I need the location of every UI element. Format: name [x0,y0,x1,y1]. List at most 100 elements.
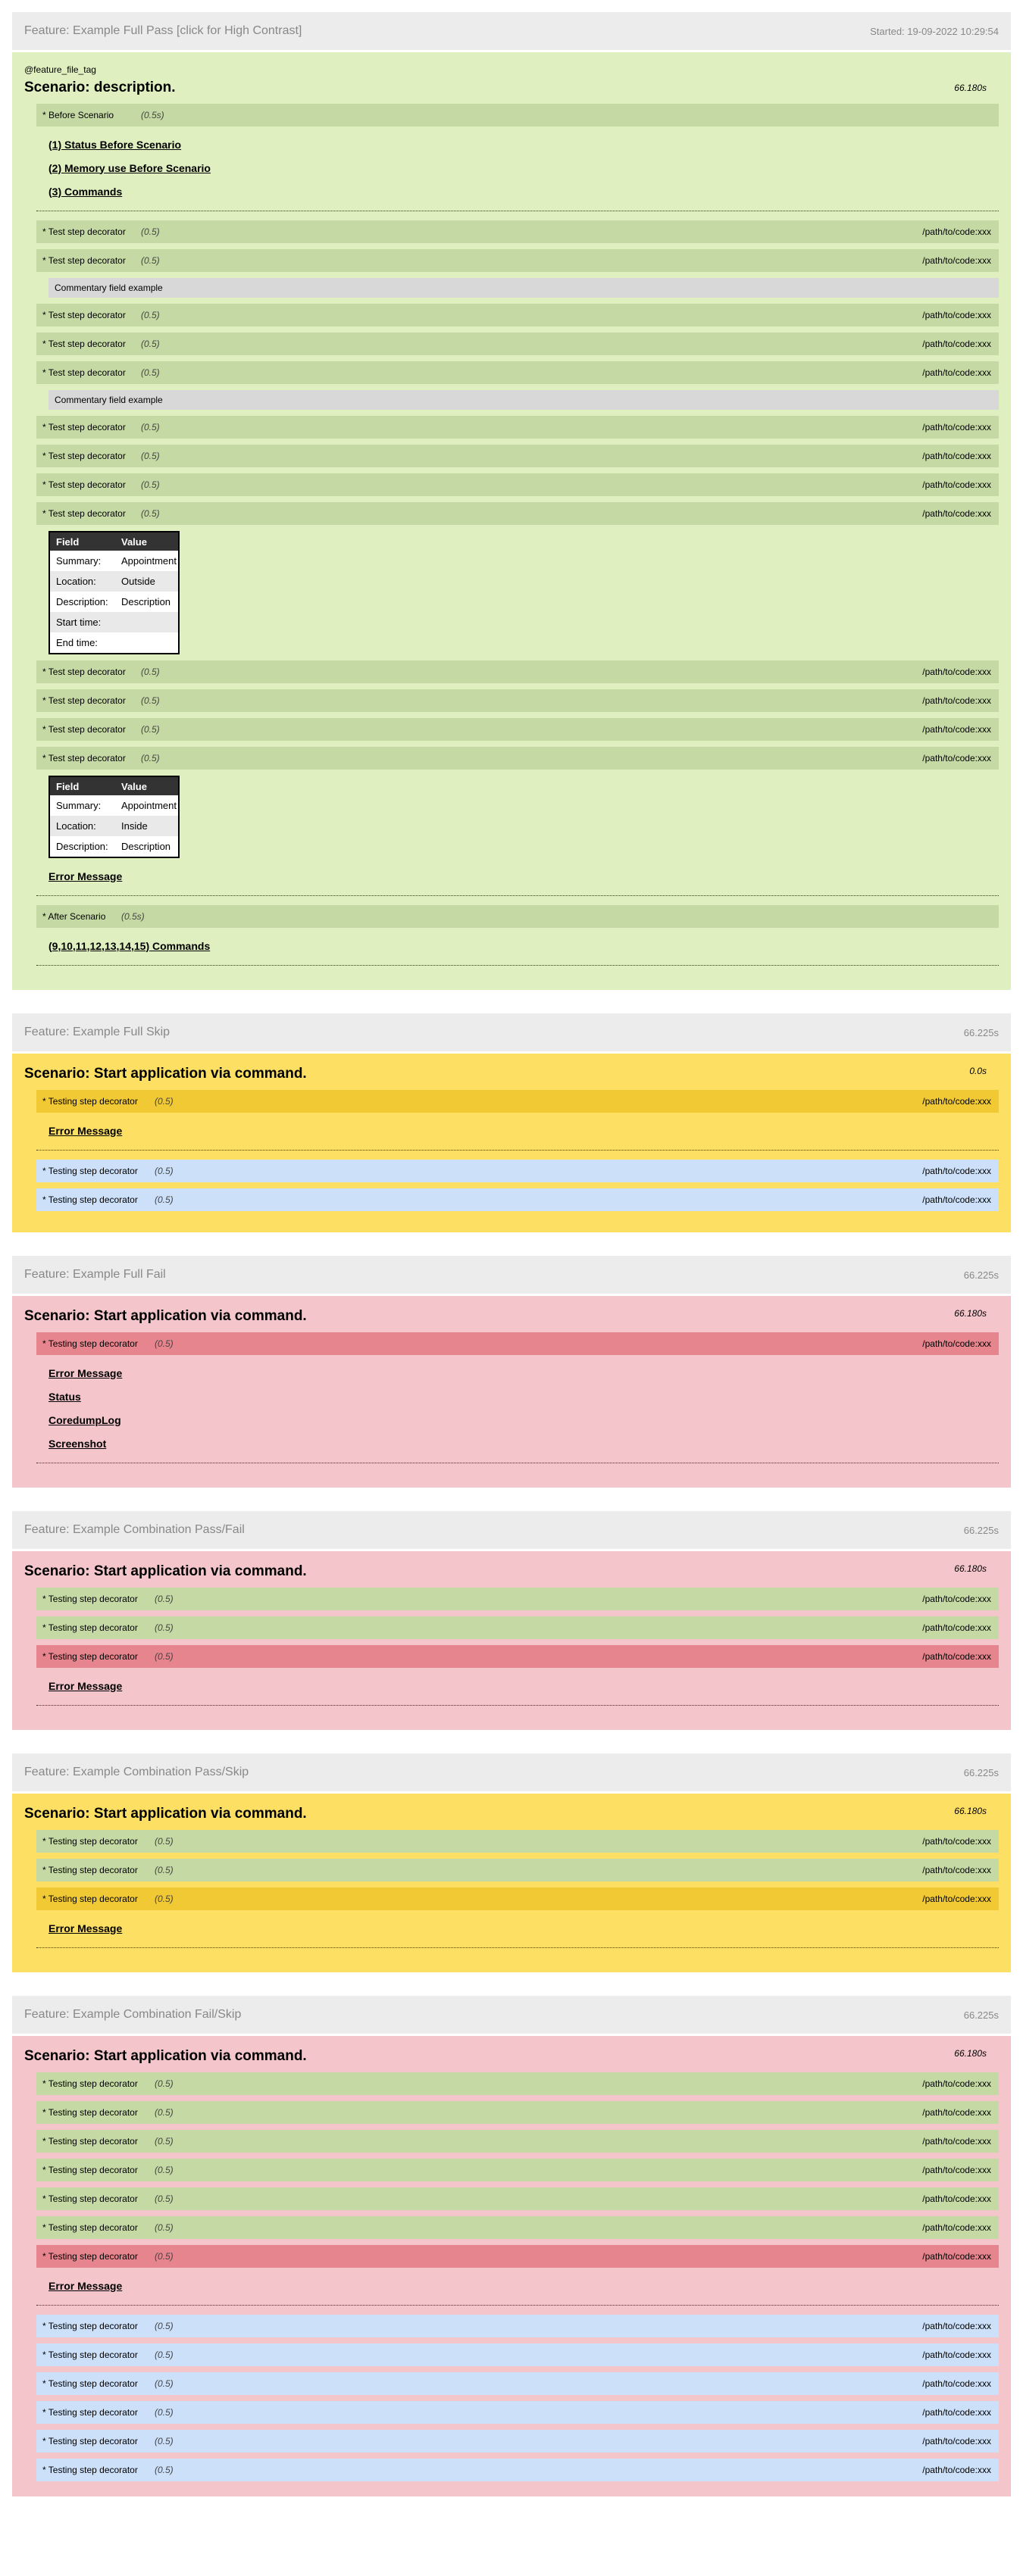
test-step[interactable]: * Testing step decorator (0.5) /path/to/co… [36,1616,999,1639]
test-step[interactable]: * Test step decorator (0.5) /path/to/code:… [36,689,999,712]
error-message-link[interactable]: Error Message [48,1916,999,1940]
scenario-time: 66.180s [954,2048,987,2059]
test-step[interactable]: * Test step decorator (0.5) /path/to/code:… [36,304,999,326]
test-step[interactable]: * Testing step decorator (0.5) /path/to/co… [36,2372,999,2395]
table-header: Field [49,532,115,551]
test-step[interactable]: * Testing step decorator (0.5) /path/to/co… [36,2072,999,2095]
feature-title[interactable]: Feature: Example Full Pass [click for Hi… [24,24,302,38]
after-scenario-step[interactable]: * After Scenario (0.5s) [36,905,999,928]
feature-title[interactable]: Feature: Example Combination Fail/Skip [24,2008,241,2022]
scenario-time: 66.180s [954,1806,987,1816]
step-duration: (0.5) [155,2222,174,2233]
test-step[interactable]: * Testing step decorator (0.5) /path/to/co… [36,2430,999,2453]
feature-title[interactable]: Feature: Example Full Fail [24,1268,166,1282]
test-step[interactable]: * Testing step decorator (0.5) /path/to/co… [36,2101,999,2124]
step-duration: (0.5s) [121,911,145,922]
scenario-title[interactable]: Scenario: Start application via command. [24,1308,999,1325]
data-table: Field Value Summary: Appointment Location:… [48,531,180,654]
test-step[interactable]: * Testing step decorator (0.5) /path/to/co… [36,1830,999,1853]
feature-header[interactable]: Feature: Example Combination Fail/Skip 6… [12,1996,1011,2034]
feature-title[interactable]: Feature: Example Combination Pass/Skip [24,1766,249,1779]
test-step[interactable]: * Testing step decorator (0.5) /path/to/co… [36,2459,999,2481]
test-step[interactable]: * Test step decorator (0.5) /path/to/code:… [36,361,999,384]
test-step[interactable]: * Testing step decorator (0.5) /path/to/co… [36,2216,999,2239]
error-message-link[interactable]: Error Message [48,1361,999,1385]
step-duration: (0.5) [141,367,160,378]
test-step[interactable]: * Testing step decorator (0.5) /path/to/co… [36,2343,999,2366]
feature-title[interactable]: Feature: Example Full Skip [24,1026,170,1039]
feature-header[interactable]: Feature: Example Combination Pass/Fail 6… [12,1511,1011,1549]
step-duration: (0.5) [155,2378,174,2389]
test-step[interactable]: * Test step decorator (0.5) /path/to/code:… [36,660,999,683]
step-name: * Test step decorator [42,753,126,763]
step-name: * Testing step decorator [42,2222,138,2233]
coredump-log-link[interactable]: CoredumpLog [48,1408,999,1432]
step-duration: (0.5) [155,2465,174,2475]
test-step[interactable]: * Testing step decorator (0.5) /path/to/co… [36,2315,999,2337]
scenario-title[interactable]: Scenario: Start application via command. [24,1806,999,1822]
test-step[interactable]: * Test step decorator (0.5) /path/to/code:… [36,416,999,439]
step-duration: (0.5) [155,1894,174,1904]
memory-before-scenario-link[interactable]: (2) Memory use Before Scenario [48,156,999,180]
test-step[interactable]: * Testing step decorator (0.5) /path/to/co… [36,2245,999,2268]
step-path: /path/to/code:xxx [922,226,991,237]
test-step[interactable]: * Test step decorator (0.5) /path/to/code:… [36,502,999,525]
commands-link[interactable]: (3) Commands [48,180,999,203]
status-before-scenario-link[interactable]: (1) Status Before Scenario [48,133,999,156]
scenario: 66.180s Scenario: Start application via … [12,2036,1011,2496]
scenario-title[interactable]: Scenario: Start application via command. [24,2048,999,2065]
step-path: /path/to/code:xxx [922,255,991,266]
screenshot-link[interactable]: Screenshot [48,1432,999,1455]
feature-full-pass: Feature: Example Full Pass [click for Hi… [12,12,1011,990]
error-message-link[interactable]: Error Message [48,2274,999,2297]
step-duration: (0.5) [155,2321,174,2331]
step-name: * Testing step decorator [42,1338,138,1349]
error-message-link[interactable]: Error Message [48,864,999,888]
test-step[interactable]: * Test step decorator (0.5) /path/to/code:… [36,473,999,496]
step-name: * Test step decorator [42,226,126,237]
step-path: /path/to/code:xxx [922,1194,991,1205]
test-step[interactable]: * Testing step decorator (0.5) /path/to/co… [36,2401,999,2424]
test-step[interactable]: * Testing step decorator (0.5) /path/to/co… [36,2130,999,2153]
test-step[interactable]: * Test step decorator (0.5) /path/to/code:… [36,333,999,355]
step-name: * Test step decorator [42,422,126,432]
feature-header[interactable]: Feature: Example Full Pass [click for Hi… [12,12,1011,50]
status-link[interactable]: Status [48,1385,999,1408]
test-step[interactable]: * Test step decorator (0.5) /path/to/code:… [36,747,999,770]
step-path: /path/to/code:xxx [922,367,991,378]
divider [36,895,999,896]
test-step[interactable]: * Testing step decorator (0.5) /path/to/co… [36,1160,999,1182]
step-path: /path/to/code:xxx [922,2107,991,2118]
test-step[interactable]: * Test step decorator (0.5) /path/to/code:… [36,220,999,243]
test-step[interactable]: * Testing step decorator (0.5) /path/to/co… [36,1859,999,1881]
feature-title[interactable]: Feature: Example Combination Pass/Fail [24,1523,245,1537]
table-cell: Summary: [49,795,115,816]
test-step[interactable]: * Test step decorator (0.5) /path/to/code:… [36,718,999,741]
test-step[interactable]: * Test step decorator (0.5) /path/to/code:… [36,445,999,467]
feature-header[interactable]: Feature: Example Combination Pass/Skip 6… [12,1753,1011,1791]
feature-time: 66.225s [963,1524,999,1536]
step-name: * Testing step decorator [42,1894,138,1904]
step-name: * Testing step decorator [42,2321,138,2331]
test-step[interactable]: * Test step decorator (0.5) /path/to/code:… [36,249,999,272]
test-step[interactable]: * Testing step decorator (0.5) /path/to/co… [36,1888,999,1910]
scenario-title[interactable]: Scenario: Start application via command. [24,1066,999,1082]
error-message-link[interactable]: Error Message [48,1119,999,1142]
scenario-title[interactable]: Scenario: Start application via command. [24,1563,999,1580]
step-path: /path/to/code:xxx [922,1338,991,1349]
test-step[interactable]: * Testing step decorator (0.5) /path/to/co… [36,1332,999,1355]
before-scenario-step[interactable]: * Before Scenario (0.5s) [36,104,999,126]
table-header: Value [115,776,179,795]
test-step[interactable]: * Testing step decorator (0.5) /path/to/co… [36,1588,999,1610]
test-step[interactable]: * Testing step decorator (0.5) /path/to/co… [36,1188,999,1211]
test-step[interactable]: * Testing step decorator (0.5) /path/to/co… [36,2187,999,2210]
commands-link[interactable]: (9,10,11,12,13,14,15) Commands [48,934,999,957]
scenario-title[interactable]: Scenario: description. [24,80,999,96]
step-path: /path/to/code:xxx [922,1865,991,1875]
feature-header[interactable]: Feature: Example Full Skip 66.225s [12,1013,1011,1051]
test-step[interactable]: * Testing step decorator (0.5) /path/to/co… [36,2159,999,2181]
error-message-link[interactable]: Error Message [48,1674,999,1697]
feature-header[interactable]: Feature: Example Full Fail 66.225s [12,1256,1011,1294]
test-step[interactable]: * Testing step decorator (0.5) /path/to/co… [36,1090,999,1113]
test-step[interactable]: * Testing step decorator (0.5) /path/to/co… [36,1645,999,1668]
